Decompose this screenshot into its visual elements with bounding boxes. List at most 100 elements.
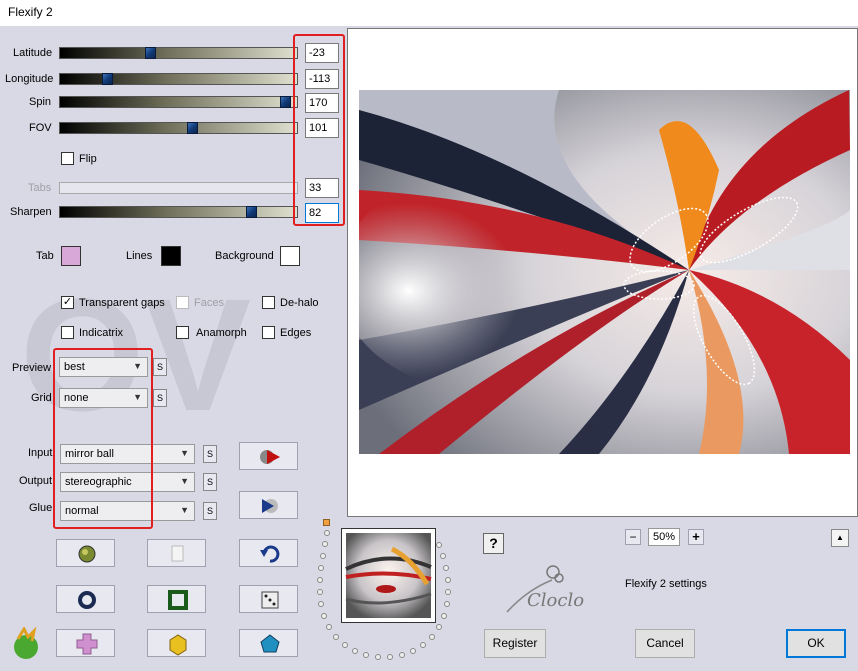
background-color-label: Background [215,250,274,262]
glue-label: Glue [29,502,53,514]
play-arrow-icon [260,450,280,464]
faces-checkbox[interactable] [176,296,189,309]
ok-button[interactable]: OK [786,629,846,658]
output-label: Output [19,475,53,487]
cube-icon [169,634,187,656]
slider-thumb[interactable] [145,47,156,59]
page-icon [171,545,184,562]
anamorph-label: Anamorph [196,327,247,339]
transparent-gaps-checkbox[interactable]: ✓ [61,296,74,309]
lines-color-label: Lines [126,250,153,262]
grid-label: Grid [31,392,52,404]
preview-panel[interactable] [347,28,858,517]
longitude-slider[interactable] [59,73,298,85]
spin-label: Spin [29,96,52,108]
title-bar: Flexify 2 [0,0,858,26]
cube-button[interactable] [147,629,206,657]
help-button[interactable]: ? [483,533,504,554]
preview-label: Preview [12,362,52,374]
lines-color-swatch[interactable] [161,246,181,266]
copy-button[interactable] [147,539,206,567]
zoom-value: 50% [652,531,676,543]
dice-icon [261,591,279,609]
pentagon-icon [260,634,280,653]
chevron-up-icon: ▲ [836,533,844,542]
logo-text: Cloclo [527,590,585,611]
zoom-out-button[interactable]: − [625,529,641,545]
flip-checkbox[interactable] [61,152,74,165]
zoom-in-button[interactable]: + [688,529,704,545]
window-title: Flexify 2 [8,5,53,19]
tab-color-label: Tab [36,250,54,262]
ok-label: OK [807,636,825,650]
plus-icon: + [692,529,700,544]
input-label: Input [28,447,53,459]
tabs-label: Tabs [28,182,52,194]
undo-icon [260,545,280,563]
tabs-slider[interactable] [59,182,298,194]
cancel-button[interactable]: Cancel [635,629,695,658]
square-frame-icon [168,590,188,610]
source-thumbnail[interactable] [341,528,436,623]
cross-icon [76,633,98,655]
pentagon-button[interactable] [239,629,298,657]
tab-marker-icon [323,519,330,526]
ring-button[interactable] [56,585,115,613]
slider-thumb[interactable] [102,73,113,85]
random-button[interactable] [239,585,298,613]
transparent-gaps-label: Transparent gaps [79,297,165,309]
ring-icon [78,591,96,609]
de-halo-checkbox[interactable] [262,296,275,309]
cloclo-logo: Cloclo [497,560,593,620]
animate-button[interactable] [239,491,298,519]
register-button[interactable]: Register [484,629,546,658]
spin-slider[interactable] [59,96,298,108]
frame-button[interactable] [147,585,206,613]
preview-image [359,90,850,454]
background-color-swatch[interactable] [280,246,300,266]
fov-label: FOV [29,122,52,134]
longitude-label: Longitude [5,73,54,85]
anamorph-checkbox[interactable] [176,326,189,339]
de-halo-label: De-halo [280,297,319,309]
render-button[interactable] [239,442,298,470]
play-disc-icon [262,499,278,513]
minus-icon: − [629,530,637,544]
cancel-label: Cancel [646,636,684,650]
app-logo-icon [10,625,42,661]
preview-s-button[interactable]: S [153,358,167,376]
latitude-slider[interactable] [59,47,298,59]
edges-checkbox[interactable] [262,326,275,339]
indicatrix-checkbox[interactable] [61,326,74,339]
output-s-button[interactable]: S [203,473,217,491]
help-icon: ? [489,535,498,551]
latitude-label: Latitude [13,47,53,59]
chevron-down-icon: ▼ [180,476,189,486]
fov-slider[interactable] [59,122,298,134]
slider-thumb[interactable] [246,206,257,218]
settings-label: Flexify 2 settings [625,578,707,590]
slider-thumb[interactable] [187,122,198,134]
highlight-box [53,348,153,529]
register-label: Register [492,636,538,650]
undo-button[interactable] [239,539,298,567]
globe-button[interactable] [56,539,115,567]
cross-button[interactable] [56,629,115,657]
chevron-down-icon: ▼ [180,448,189,458]
input-s-button[interactable]: S [203,445,217,463]
chevron-down-icon: ▼ [180,505,189,515]
sharpen-label: Sharpen [10,206,52,218]
edges-label: Edges [280,327,312,339]
tab-color-swatch[interactable] [61,246,81,266]
faces-label: Faces [194,297,224,309]
highlight-box [293,34,345,226]
slider-thumb[interactable] [280,96,291,108]
flip-label: Flip [79,153,97,165]
sharpen-slider[interactable] [59,206,298,218]
grid-s-button[interactable]: S [153,389,167,407]
zoom-level: 50% [648,528,680,546]
collapse-button[interactable]: ▲ [831,529,849,547]
glue-s-button[interactable]: S [203,502,217,520]
indicatrix-label: Indicatrix [79,327,124,339]
globe-icon [78,545,96,563]
